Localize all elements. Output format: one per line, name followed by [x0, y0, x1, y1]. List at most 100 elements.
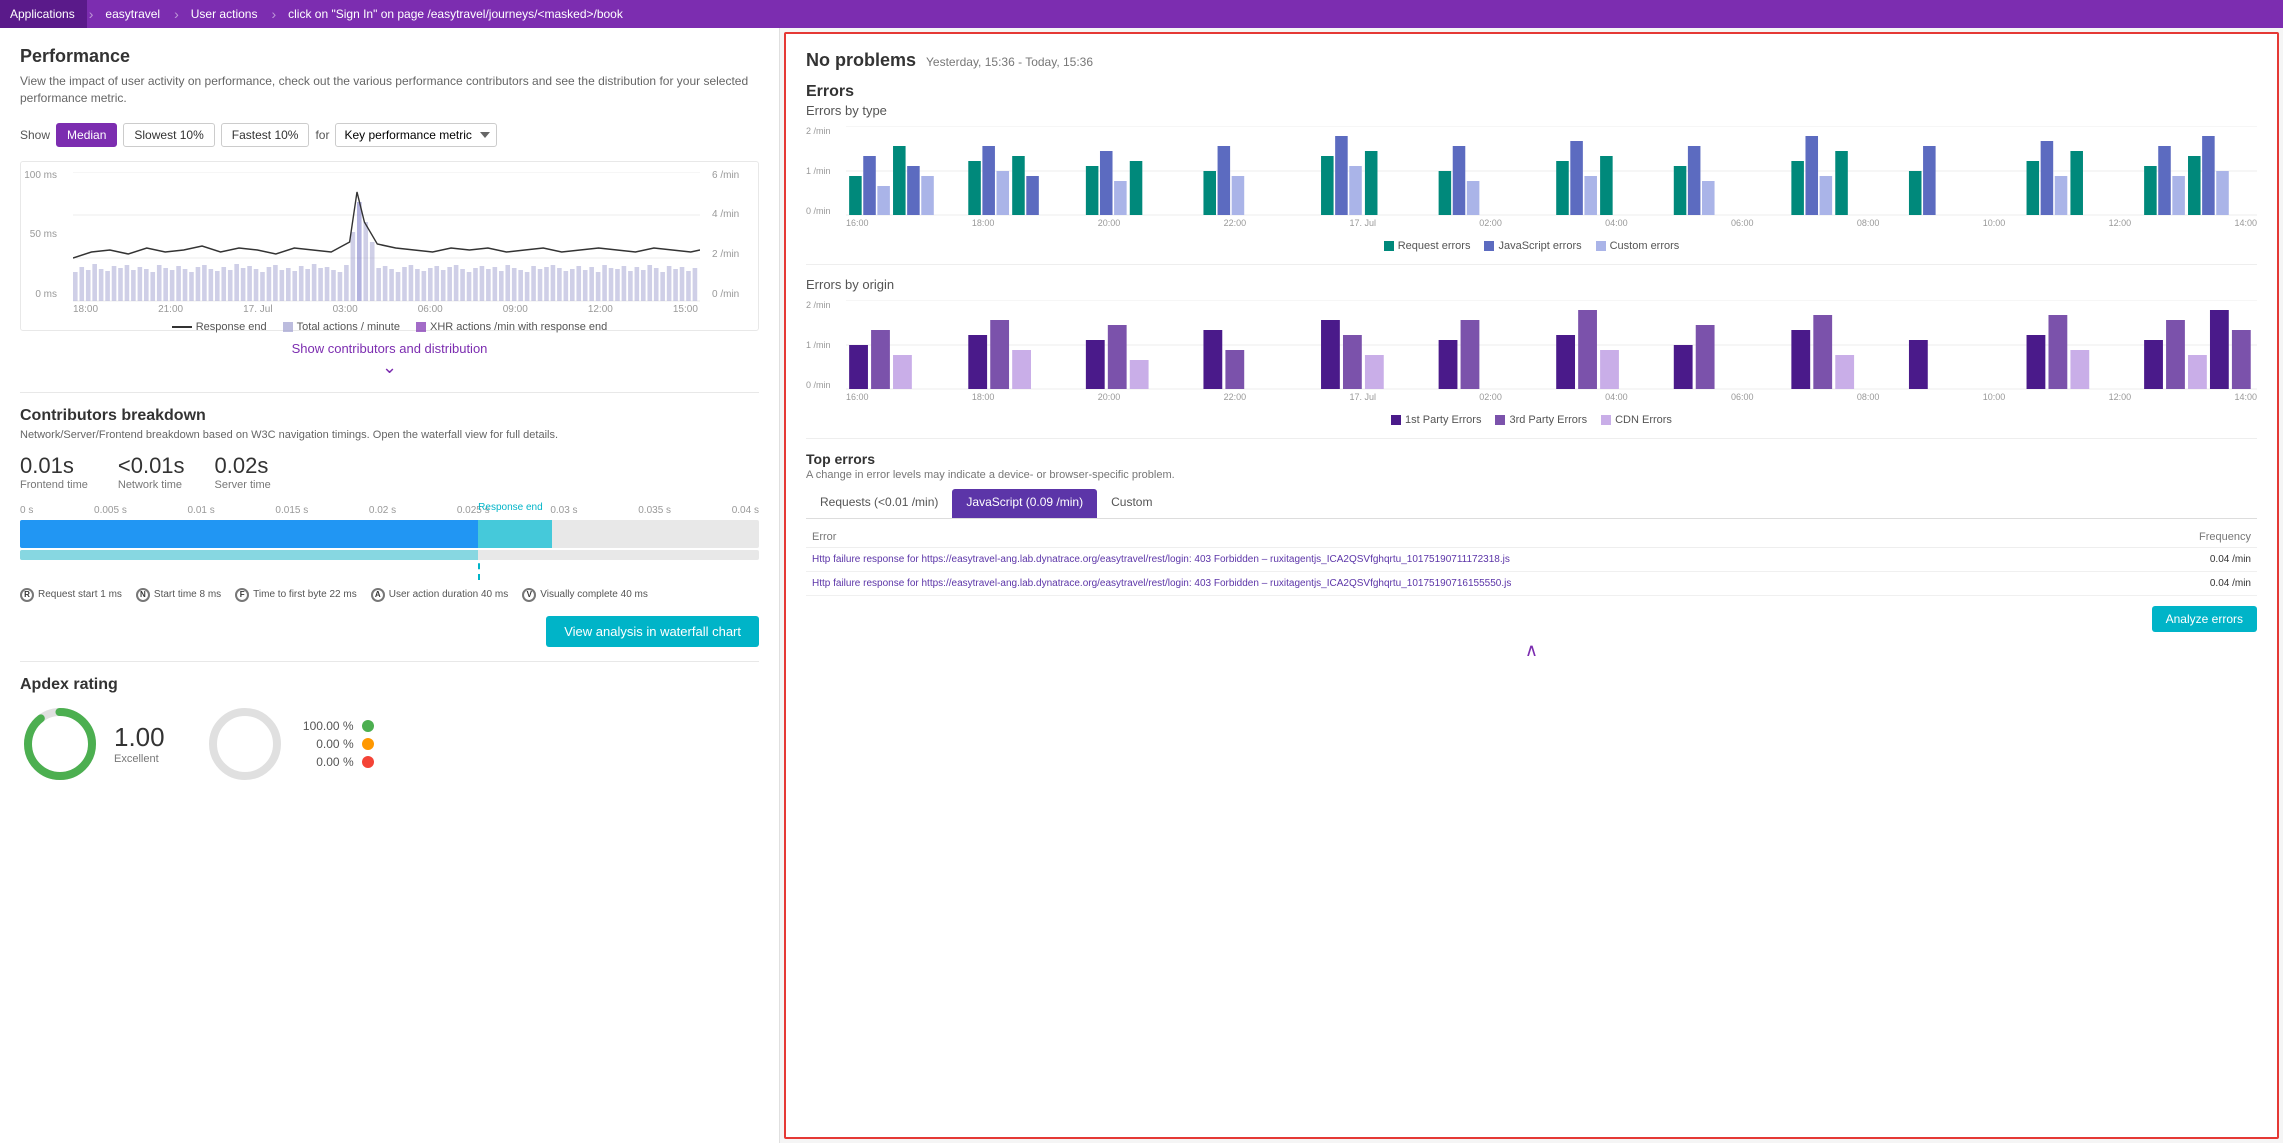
- legend-total-actions: Total actions / minute: [283, 321, 400, 333]
- errors-section-divider: [806, 264, 2257, 265]
- breadcrumb-action[interactable]: click on "Sign In" on page /easytravel/j…: [278, 0, 635, 28]
- error-cell-1[interactable]: Http failure response for https://easytr…: [806, 548, 2137, 572]
- network-time-metric: <0.01s Network time: [118, 453, 185, 491]
- frontend-time-label: Frontend time: [20, 479, 88, 491]
- errors-by-type-title: Errors by type: [806, 103, 2257, 118]
- legend-js-errors: JavaScript errors: [1484, 240, 1581, 252]
- breadcrumb-sep-2: ›: [174, 6, 179, 22]
- legend-1st-party: 1st Party Errors: [1391, 414, 1481, 426]
- top-errors-desc: A change in error levels may indicate a …: [806, 469, 2257, 481]
- performance-chart: 100 ms 50 ms 0 ms 6 /min 4 /min 2 /min 0…: [20, 161, 759, 331]
- chart-x-labels: 18:00 21:00 17. Jul 03:00 06:00 09:00 12…: [73, 304, 698, 315]
- tab-custom[interactable]: Custom: [1097, 489, 1166, 518]
- main-layout: Performance View the impact of user acti…: [0, 28, 2283, 1143]
- legend-xhr-actions: XHR actions /min with response end: [416, 321, 607, 333]
- errors-by-origin-legend: 1st Party Errors 3rd Party Errors CDN Er…: [806, 414, 2257, 426]
- server-time-label: Server time: [215, 479, 271, 491]
- apdex-divider: [20, 661, 759, 662]
- show-contributors-link[interactable]: Show contributors and distribution ⌄: [20, 341, 759, 376]
- tab-median[interactable]: Median: [56, 123, 117, 147]
- tab-slowest[interactable]: Slowest 10%: [123, 123, 214, 147]
- tab-fastest[interactable]: Fastest 10%: [221, 123, 310, 147]
- apdex-breakdown: 100.00 % 0.00 % 0.00 %: [299, 719, 374, 769]
- breadcrumb-applications[interactable]: Applications: [0, 0, 87, 28]
- analyze-errors-button[interactable]: Analyze errors: [2152, 606, 2257, 632]
- server-time-metric: 0.02s Server time: [215, 453, 271, 491]
- tab-requests[interactable]: Requests (<0.01 /min): [806, 489, 952, 518]
- tolerating-dot: [362, 738, 374, 750]
- chart-y-right: 6 /min 4 /min 2 /min 0 /min: [708, 170, 758, 300]
- error-cell-2[interactable]: Http failure response for https://easytr…: [806, 572, 2137, 596]
- error-tabs: Requests (<0.01 /min) JavaScript (0.09 /…: [806, 489, 2257, 519]
- performance-chart-svg: [73, 172, 700, 302]
- errors-by-type-legend: Request errors JavaScript errors Custom …: [806, 240, 2257, 252]
- col-error: Error: [806, 527, 2137, 548]
- for-label: for: [315, 128, 329, 142]
- apdex-gauge-circle: [20, 704, 100, 784]
- marker-request-start: R Request start 1 ms: [20, 588, 122, 602]
- top-errors-title: Top errors: [806, 451, 2257, 467]
- performance-description: View the impact of user activity on perf…: [20, 73, 759, 107]
- legend-custom-errors: Custom errors: [1596, 240, 1680, 252]
- errors-by-origin-title: Errors by origin: [806, 277, 2257, 292]
- frustrated-dot: [362, 756, 374, 768]
- marker-start-time: N Start time 8 ms: [136, 588, 221, 602]
- errors-by-origin-svg: [846, 300, 2257, 390]
- apdex-row-frustrated: 0.00 %: [299, 755, 374, 769]
- breadcrumb-user-actions[interactable]: User actions: [181, 0, 270, 28]
- frequency-cell-2: 0.04 /min: [2137, 572, 2257, 596]
- chart-y-left: 100 ms 50 ms 0 ms: [21, 170, 61, 300]
- apdex-gauge-secondary: 100.00 % 0.00 % 0.00 %: [205, 704, 374, 784]
- contributors-title: Contributors breakdown: [20, 407, 759, 425]
- apdex-gauge-main: 1.00 Excellent: [20, 704, 165, 784]
- collapse-button[interactable]: ∧: [806, 640, 2257, 661]
- errors-table: Error Frequency Http failure response fo…: [806, 527, 2257, 596]
- breadcrumb-sep-1: ›: [89, 6, 94, 22]
- legend-3rd-party: 3rd Party Errors: [1495, 414, 1587, 426]
- server-time-value: 0.02s: [215, 453, 271, 479]
- breadcrumb: Applications › easytravel › User actions…: [0, 0, 2283, 28]
- legend-cdn: CDN Errors: [1601, 414, 1672, 426]
- waterfall-x-labels: 0 s 0.005 s 0.01 s 0.015 s 0.02 s 0.025 …: [20, 505, 759, 516]
- marker-visually-complete: V Visually complete 40 ms: [522, 588, 648, 602]
- metric-select[interactable]: Key performance metric: [335, 123, 497, 147]
- errors-title: Errors: [806, 83, 2257, 101]
- chevron-down-icon: ⌄: [382, 358, 397, 376]
- section-divider: [20, 392, 759, 393]
- frequency-cell-1: 0.04 /min: [2137, 548, 2257, 572]
- marker-user-action: A User action duration 40 ms: [371, 588, 509, 602]
- tab-javascript[interactable]: JavaScript (0.09 /min): [952, 489, 1097, 518]
- breadcrumb-sep-3: ›: [271, 6, 276, 22]
- view-waterfall-button[interactable]: View analysis in waterfall chart: [546, 616, 759, 647]
- frontend-time-metric: 0.01s Frontend time: [20, 453, 88, 491]
- chart-y-1permin: 1 /min: [806, 166, 831, 176]
- response-end-label: Response end: [478, 502, 543, 513]
- chart-y-0permin: 0 /min: [806, 206, 831, 216]
- errors-by-type-chart: 2 /min 1 /min 0 /min: [806, 126, 2257, 236]
- chart-y-2permin: 2 /min: [806, 126, 831, 136]
- timing-metrics: 0.01s Frontend time <0.01s Network time …: [20, 453, 759, 491]
- waterfall-area: 0 s 0.005 s 0.01 s 0.015 s 0.02 s 0.025 …: [20, 505, 759, 602]
- network-time-value: <0.01s: [118, 453, 185, 479]
- apdex-label: Excellent: [114, 753, 165, 765]
- legend-request-errors: Request errors: [1384, 240, 1471, 252]
- breadcrumb-easytravel[interactable]: easytravel: [95, 0, 172, 28]
- apdex-secondary-circle: [205, 704, 285, 784]
- apdex-value-block: 1.00 Excellent: [114, 722, 165, 765]
- no-problems-header: No problems Yesterday, 15:36 - Today, 15…: [806, 50, 2257, 71]
- table-row: Http failure response for https://easytr…: [806, 548, 2257, 572]
- left-panel: Performance View the impact of user acti…: [0, 28, 780, 1143]
- top-errors-divider: [806, 438, 2257, 439]
- right-panel: No problems Yesterday, 15:36 - Today, 15…: [784, 32, 2279, 1139]
- network-time-label: Network time: [118, 479, 185, 491]
- chart-legend: Response end Total actions / minute XHR …: [31, 321, 748, 333]
- apdex-row-tolerating: 0.00 %: [299, 737, 374, 751]
- errors-by-type-x: 16:00 18:00 20:00 22:00 17. Jul 02:00 04…: [846, 218, 2257, 228]
- waterfall-markers: R Request start 1 ms N Start time 8 ms F…: [20, 588, 759, 602]
- no-problems-time: Yesterday, 15:36 - Today, 15:36: [926, 55, 1093, 69]
- contributors-description: Network/Server/Frontend breakdown based …: [20, 429, 759, 441]
- show-label: Show: [20, 128, 50, 142]
- table-row: Http failure response for https://easytr…: [806, 572, 2257, 596]
- apdex-row-satisfied: 100.00 %: [299, 719, 374, 733]
- show-controls: Show Median Slowest 10% Fastest 10% for …: [20, 123, 759, 147]
